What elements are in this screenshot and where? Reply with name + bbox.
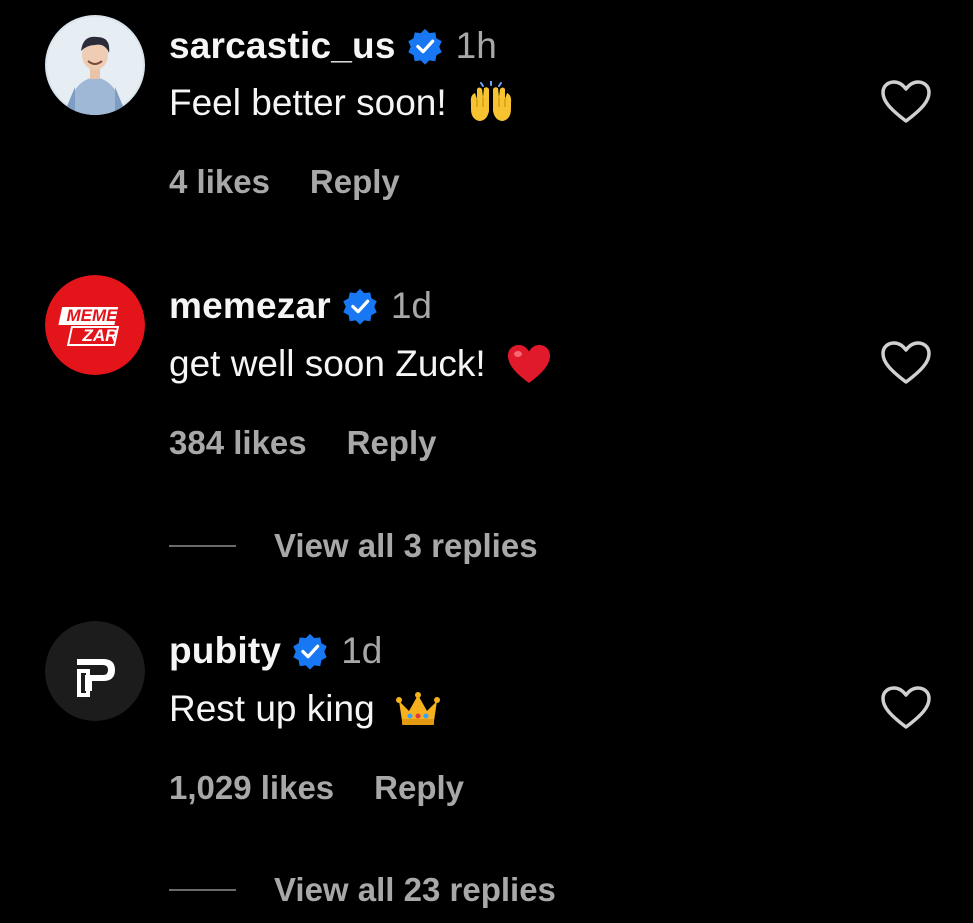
- comment-meta: 1,029 likes Reply: [169, 766, 464, 810]
- likes-count[interactable]: 384 likes: [169, 424, 307, 462]
- timestamp: 1h: [455, 25, 497, 66]
- comment-text: Feel better soon!: [169, 78, 515, 128]
- view-replies-label[interactable]: View all 3 replies: [274, 527, 538, 565]
- like-heart-icon[interactable]: [880, 79, 932, 125]
- raising-hands-emoji-icon: [467, 81, 515, 125]
- red-heart-emoji-icon: [506, 343, 552, 385]
- avatar[interactable]: MEME ZAR: [45, 275, 145, 375]
- divider-line: [169, 545, 236, 547]
- comment-meta: 384 likes Reply: [169, 421, 437, 465]
- comment-item: pubity 1d Rest up king 1,029 likes Reply…: [0, 608, 973, 923]
- divider-line: [169, 889, 236, 891]
- comments-list: sarcastic_us 1h Feel better soon! 4 like…: [0, 0, 973, 923]
- comment-header: pubity 1d: [169, 626, 382, 676]
- timestamp: 1d: [341, 630, 383, 671]
- likes-count[interactable]: 1,029 likes: [169, 769, 334, 807]
- reply-button[interactable]: Reply: [347, 424, 437, 462]
- verified-badge-icon: [291, 632, 329, 670]
- username[interactable]: pubity: [169, 630, 281, 672]
- comment-item: MEME ZAR memezar 1d get well soon Zuck!: [0, 262, 973, 582]
- timestamp: 1d: [390, 285, 432, 326]
- view-replies-label[interactable]: View all 23 replies: [274, 871, 556, 909]
- reply-button[interactable]: Reply: [374, 769, 464, 807]
- pubity-logo-icon: [45, 621, 145, 721]
- comment-meta: 4 likes Reply: [169, 160, 400, 204]
- crown-emoji-icon: [395, 691, 441, 727]
- username[interactable]: sarcastic_us: [169, 25, 396, 67]
- reply-button[interactable]: Reply: [310, 163, 400, 201]
- comment-body: Rest up king: [169, 688, 375, 729]
- avatar[interactable]: [45, 621, 145, 721]
- comment-text: Rest up king: [169, 684, 441, 734]
- avatar-logo-text-bottom: ZAR: [82, 326, 118, 345]
- likes-count[interactable]: 4 likes: [169, 163, 270, 201]
- comment-body: get well soon Zuck!: [169, 343, 486, 384]
- view-replies-toggle[interactable]: View all 3 replies: [169, 524, 538, 568]
- verified-badge-icon: [406, 27, 444, 65]
- like-heart-icon[interactable]: [880, 685, 932, 731]
- like-heart-icon[interactable]: [880, 340, 932, 386]
- avatar-logo-text-top: MEME: [66, 306, 118, 325]
- comment-body: Feel better soon!: [169, 82, 447, 123]
- username[interactable]: memezar: [169, 285, 331, 327]
- comment-header: memezar 1d: [169, 281, 432, 331]
- comment-item: sarcastic_us 1h Feel better soon! 4 like…: [0, 0, 973, 240]
- view-replies-toggle[interactable]: View all 23 replies: [169, 868, 556, 912]
- comment-header: sarcastic_us 1h: [169, 21, 497, 71]
- avatar[interactable]: [45, 15, 145, 115]
- avatar-image: [45, 15, 145, 115]
- comment-text: get well soon Zuck!: [169, 339, 552, 389]
- verified-badge-icon: [341, 287, 379, 325]
